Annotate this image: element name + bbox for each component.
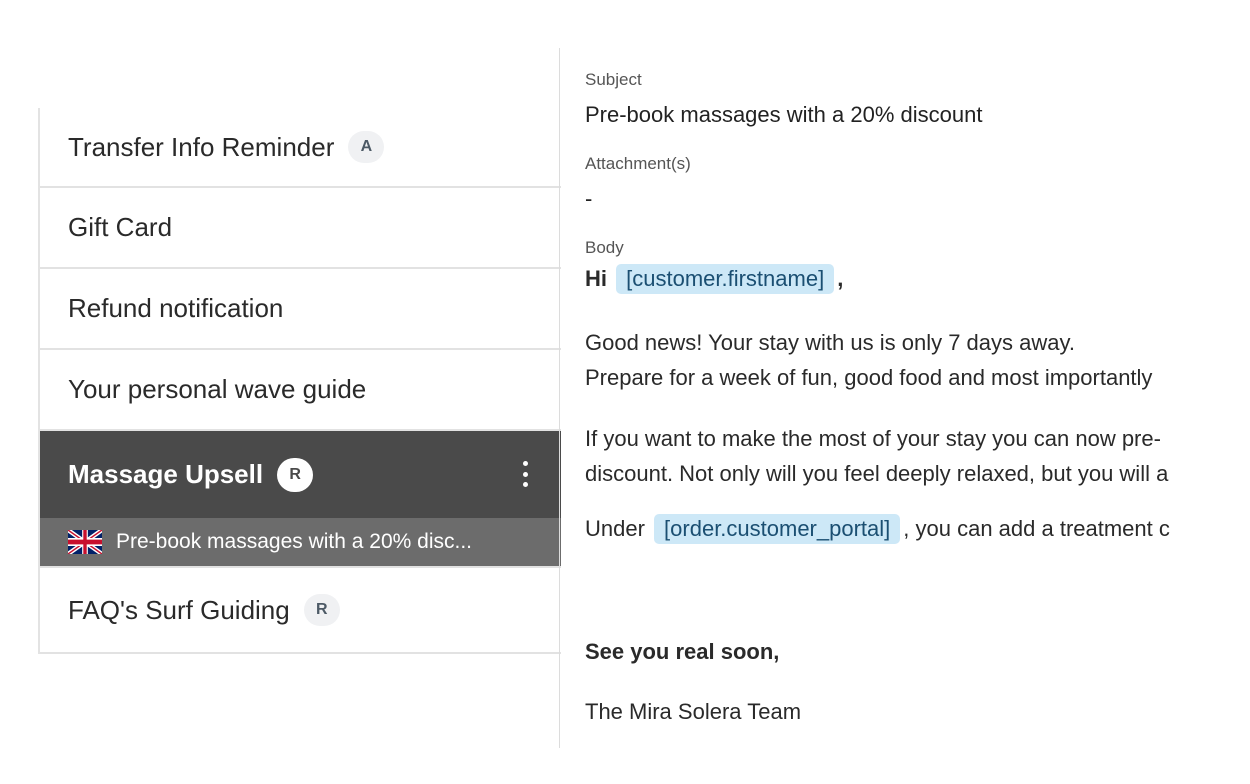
template-badge: R [277, 457, 314, 492]
template-item-label: Refund notification [68, 293, 284, 323]
template-item-label: Transfer Info Reminder [68, 131, 335, 162]
placeholder-token-firstname: [customer.firstname] [616, 264, 835, 294]
template-item-faq-surf-guiding[interactable]: FAQ's Surf Guiding R [40, 568, 561, 654]
template-badge: A [348, 131, 385, 163]
body-portal-line: Under [order.customer_portal], you can a… [585, 514, 1170, 544]
subject-label: Subject [585, 70, 642, 89]
body-closing: See you real soon, [585, 639, 780, 664]
template-item-label: Massage Upsell [68, 459, 264, 489]
template-item-wave-guide[interactable]: Your personal wave guide [40, 350, 561, 431]
body-line: discount. Not only will you feel deeply … [585, 461, 1169, 486]
template-badge: R [303, 594, 340, 626]
body-line: Prepare for a week of fun, good food and… [585, 365, 1153, 390]
greeting-suffix: , [837, 266, 844, 291]
body-signature: The Mira Solera Team [585, 699, 802, 724]
kebab-menu-icon[interactable] [521, 461, 529, 487]
placeholder-token-customer-portal: [order.customer_portal] [654, 514, 901, 544]
language-version-subject: Pre-book massages with a 20% disc... [116, 530, 472, 553]
template-item-label: Your personal wave guide [68, 374, 367, 404]
portal-line-prefix: Under [585, 516, 645, 541]
template-item-label: Gift Card [68, 212, 173, 242]
template-item-gift-card[interactable]: Gift Card [40, 188, 561, 269]
attachments-value: - [585, 186, 593, 211]
uk-flag-icon [68, 530, 102, 554]
template-item-label: FAQ's Surf Guiding [68, 594, 290, 625]
template-item-transfer-info-reminder[interactable]: Transfer Info Reminder A [40, 108, 561, 188]
template-list: Transfer Info Reminder A Gift Card Refun… [38, 108, 561, 654]
template-item-massage-upsell[interactable]: Massage Upsell R [40, 431, 561, 518]
panel-divider [559, 48, 560, 748]
portal-line-suffix: , you can add a treatment c [903, 516, 1170, 541]
template-language-version[interactable]: Pre-book massages with a 20% disc... [40, 518, 561, 568]
body-line: Good news! Your stay with us is only 7 d… [585, 330, 1075, 355]
subject-value: Pre-book massages with a 20% discount [585, 102, 983, 127]
body-label: Body [585, 238, 624, 257]
body-line: If you want to make the most of your sta… [585, 426, 1161, 451]
attachments-label: Attachment(s) [585, 154, 691, 173]
template-detail: Subject Pre-book massages with a 20% dis… [585, 68, 1250, 748]
greeting-text: Hi [585, 266, 607, 291]
body-greeting: Hi [customer.firstname], [585, 264, 843, 294]
template-item-refund-notification[interactable]: Refund notification [40, 269, 561, 350]
